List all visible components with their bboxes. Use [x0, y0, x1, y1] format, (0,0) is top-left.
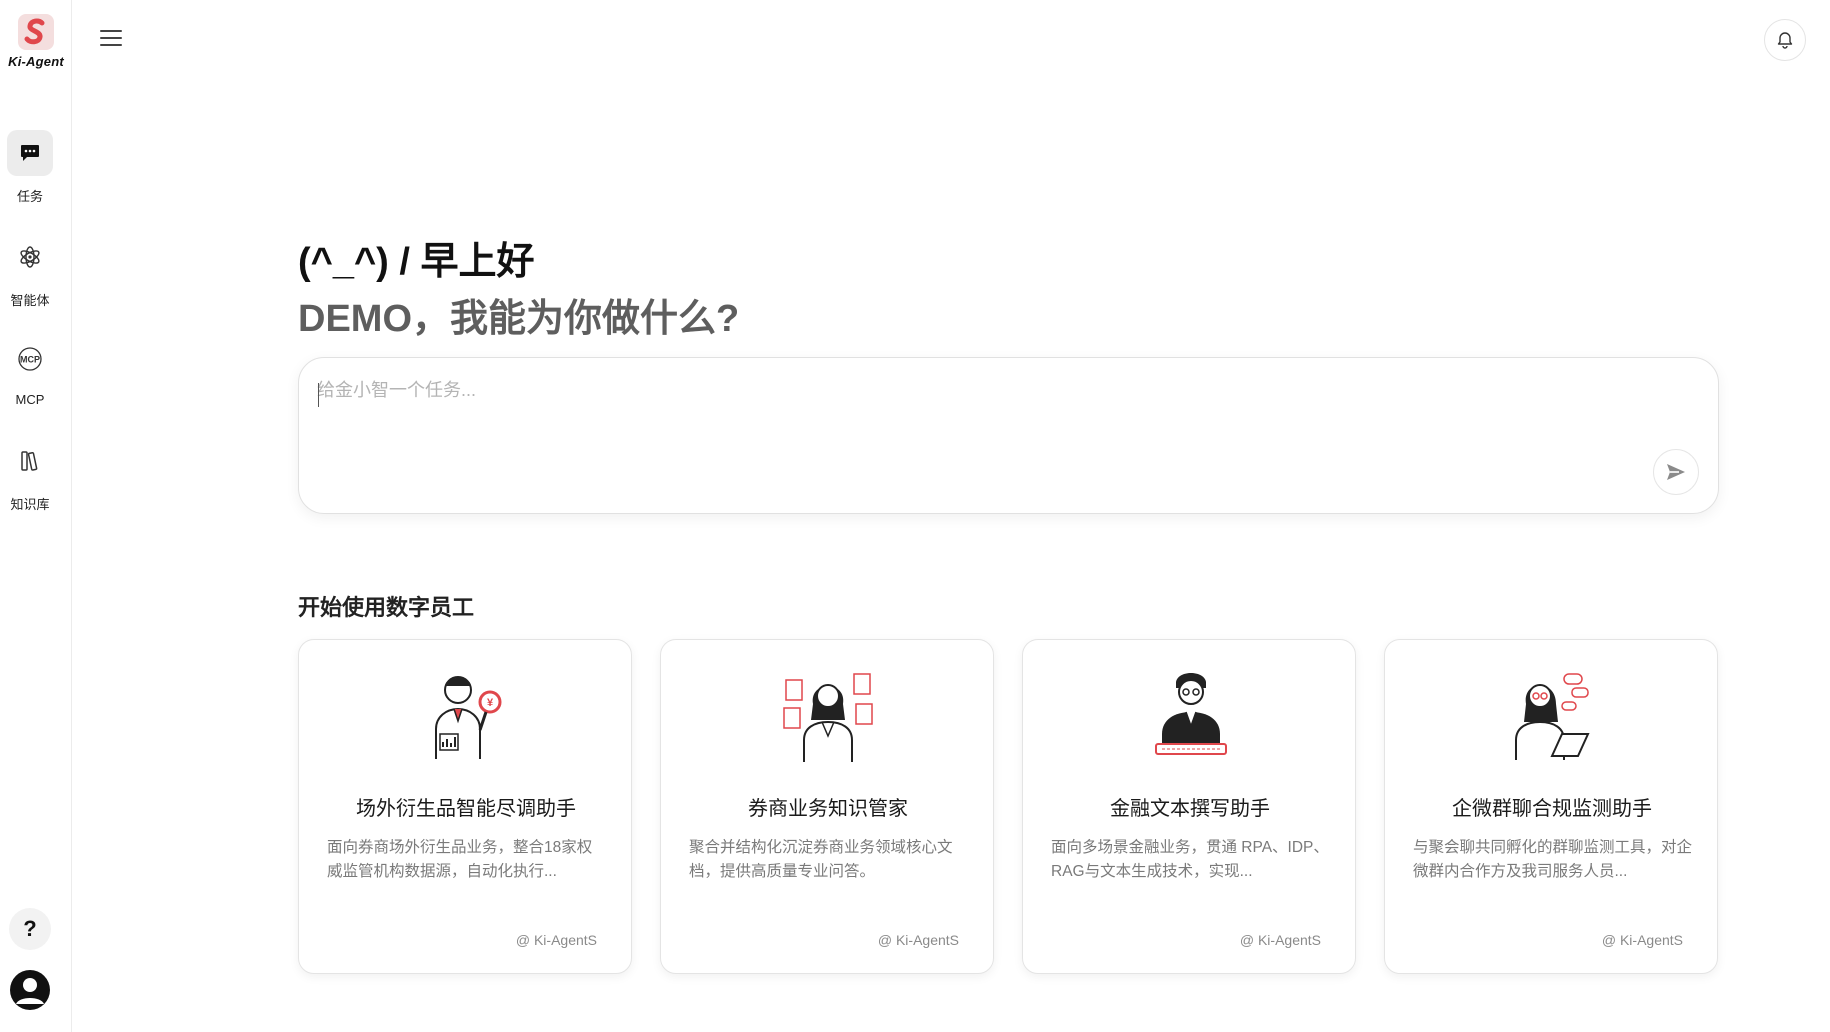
books-icon	[21, 451, 38, 471]
section-title: 开始使用数字员工	[298, 595, 475, 620]
agent-card[interactable]: 金融文本撰写助手 面向多场景金融业务，贯通 RPA、IDP、RAG与文本生成技术…	[1022, 639, 1356, 974]
agent-card-title: 场外衍生品智能尽调助手	[356, 798, 576, 820]
brand-logo[interactable]: Ki-Agent	[0, 12, 72, 69]
chat-bubble-icon	[21, 145, 39, 161]
sidebar-item-label: 知识库	[10, 497, 50, 512]
sidebar-item-knowledge-base[interactable]: 知识库	[0, 438, 60, 513]
sidebar-item-agents[interactable]: 智能体	[0, 234, 60, 309]
help-button[interactable]: ?	[9, 908, 51, 950]
agent-card-source: @ Ki-AgentS	[1239, 932, 1321, 948]
agent-card-source: @ Ki-AgentS	[1601, 932, 1683, 948]
avatar[interactable]	[10, 970, 50, 1010]
sidebar-item-label: 任务	[16, 189, 43, 204]
mcp-icon: MCP	[18, 347, 42, 371]
sidebar-item-tasks[interactable]: 任务	[0, 130, 60, 205]
sidebar-item-tasks-icon-box	[7, 130, 53, 176]
woman-with-laptop-chat-illustration	[1515, 673, 1590, 760]
agent-card-source: @ Ki-AgentS	[515, 932, 597, 948]
agent-card-title: 券商业务知识管家	[748, 798, 908, 820]
sidebar-item-label: MCP	[15, 392, 45, 407]
sidebar-item-mcp[interactable]: MCP MCP	[0, 336, 60, 407]
analyst-with-magnifier-illustration: ¥	[435, 676, 502, 759]
user-avatar-icon	[16, 978, 44, 1004]
bell-icon	[1777, 32, 1793, 49]
brand-logo-icon	[18, 14, 54, 50]
agent-card-description: 面向多场景金融业务，贯通 RPA、IDP、RAG与文本生成技术，实现...	[1051, 839, 1329, 880]
agent-card-description: 聚合并结构化沉淀券商业务领域核心文档，提供高质量专业问答。	[689, 839, 953, 880]
greeting-title: (^_^) / 早上好	[298, 241, 535, 283]
sidebar: Ki-Agent 任务 智能体 MCP MCP 知识库 ?	[0, 0, 72, 1032]
app-root: Ki-Agent 任务 智能体 MCP MCP 知识库 ? (^_^) / 早上…	[0, 0, 1830, 1032]
svg-text:¥: ¥	[487, 697, 494, 709]
notifications-button[interactable]	[1764, 19, 1806, 61]
hamburger-menu-icon	[100, 30, 122, 46]
menu-button[interactable]	[98, 26, 126, 50]
text-caret	[318, 383, 319, 407]
agent-card[interactable]: ¥ 场外衍生品智能尽调助手 面向券商场外衍生品业务，整合18家权威监管机构数据源…	[298, 639, 632, 974]
agent-card[interactable]: 企微群聊合规监测助手 与聚会聊共同孵化的群聊监测工具，对企微群内合作方及我司服务…	[1384, 639, 1718, 974]
agent-card-description: 面向券商场外衍生品业务，整合18家权威监管机构数据源，自动化执行...	[327, 839, 593, 880]
help-icon: ?	[23, 916, 37, 941]
woman-with-documents-illustration	[783, 673, 873, 762]
agent-card-list: ¥ 场外衍生品智能尽调助手 面向券商场外衍生品业务，整合18家权威监管机构数据源…	[298, 639, 1719, 974]
agent-card[interactable]: 券商业务知识管家 聚合并结构化沉淀券商业务领域核心文档，提供高质量专业问答。 @…	[660, 639, 994, 974]
sidebar-item-agents-icon-box	[7, 234, 53, 280]
sidebar-item-knowledge-base-icon-box	[7, 438, 53, 484]
brand-name: Ki-Agent	[8, 54, 64, 69]
greeting-subtitle: DEMO，我能为你做什么?	[298, 298, 740, 340]
agent-card-description: 与聚会聊共同孵化的群聊监测工具，对企微群内合作方及我司服务人员...	[1413, 839, 1693, 880]
sidebar-item-mcp-icon-box: MCP	[7, 336, 53, 382]
task-input-box	[298, 357, 1719, 514]
agent-card-title: 金融文本撰写助手	[1110, 798, 1270, 820]
task-input[interactable]	[317, 376, 1617, 486]
sidebar-item-label: 智能体	[10, 293, 50, 308]
agent-card-source: @ Ki-AgentS	[877, 932, 959, 948]
send-button[interactable]	[1653, 449, 1699, 495]
atom-icon	[20, 246, 40, 268]
svg-text:MCP: MCP	[20, 355, 40, 365]
man-typing-keyboard-illustration	[1155, 673, 1227, 755]
send-icon	[1667, 464, 1685, 480]
agent-card-title: 企微群聊合规监测助手	[1452, 798, 1652, 820]
